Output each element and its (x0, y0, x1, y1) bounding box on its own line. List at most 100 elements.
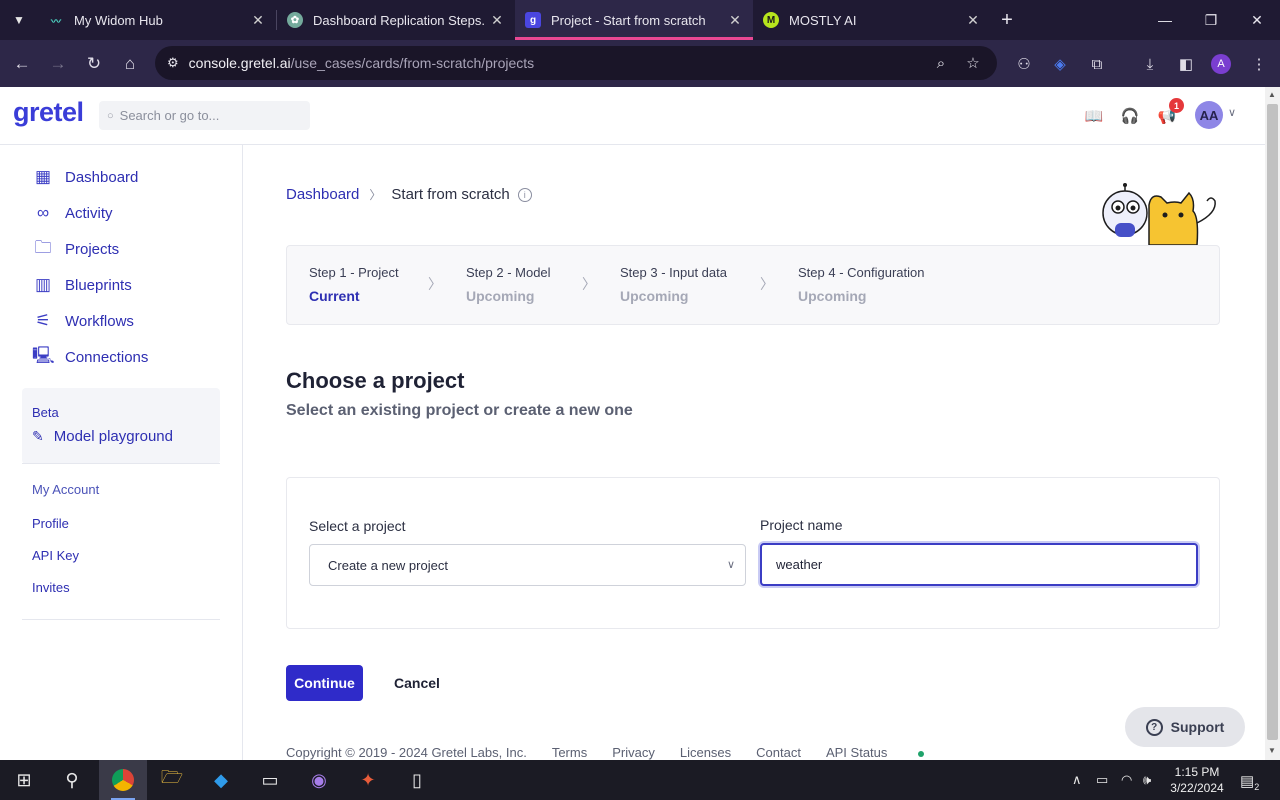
chevron-right-icon: 〉 (369, 188, 382, 202)
tab-title: Project - Start from scratch (551, 12, 706, 28)
beta-label: Beta (32, 405, 59, 420)
forward-button[interactable]: → (40, 46, 76, 82)
api-status-link[interactable]: API Status (826, 745, 925, 760)
close-window-button[interactable]: ✕ (1234, 0, 1280, 40)
profile-link[interactable]: Profile (32, 516, 69, 531)
windows-start-icon[interactable]: ⊞ (0, 760, 48, 800)
profile-icon[interactable]: A (1207, 52, 1235, 76)
scroll-up-arrow[interactable]: ▲ (1268, 90, 1276, 99)
page-title: Choose a project (286, 368, 465, 393)
side-panel-icon[interactable]: ◧ (1172, 52, 1200, 76)
close-tab-icon[interactable]: ✕ (965, 12, 981, 29)
select-project-label: Select a project (309, 518, 406, 534)
taskbar-clock[interactable]: 1:15 PM 3/22/2024 (1165, 764, 1229, 796)
step-title: Step 4 - Configuration (798, 265, 925, 280)
new-tab-button[interactable]: + (991, 9, 1023, 32)
address-bar[interactable]: ⚙ console.gretel.ai/use_cases/cards/from… (155, 46, 997, 80)
windows-taskbar: ⊞ ⚲ 🗁 ◆ ▭ ◉ ✦ ▯ ∧ ▭ ◠ 🕪 1:15 PM 3/22/202… (0, 760, 1280, 800)
tray-chevron-icon[interactable]: ∧ (1072, 772, 1082, 788)
file-explorer-icon[interactable]: 🗁 (148, 760, 196, 800)
download-icon[interactable]: ⤓ (1136, 52, 1164, 76)
sidebar-item-projects[interactable]: 🗀 Projects (32, 235, 120, 263)
back-button[interactable]: ← (4, 46, 40, 82)
support-button[interactable]: ? Support (1125, 707, 1245, 747)
search-input[interactable]: ○ Search or go to... (99, 101, 310, 130)
project-select[interactable]: Create a new project ∨ (309, 544, 746, 586)
tab-my-widom-hub[interactable]: 〰 My Widom Hub ✕ (38, 0, 276, 40)
continue-button[interactable]: Continue (286, 665, 363, 701)
status-dot (918, 750, 925, 757)
cancel-button[interactable]: Cancel (386, 665, 448, 701)
breadcrumb: Dashboard 〉 Start from scratch i (286, 186, 532, 203)
extension-shield-icon[interactable]: ◈ (1046, 52, 1074, 76)
wifi-icon[interactable]: ◠ (1121, 772, 1132, 788)
headset-icon[interactable]: 🎧 (1120, 106, 1140, 126)
contact-link[interactable]: Contact (756, 745, 801, 760)
step-4: Step 4 - Configuration Upcoming (798, 265, 924, 304)
sidebar-item-model-playground[interactable]: ✎ Model playground (32, 428, 173, 445)
chevron-down-icon: ∨ (726, 559, 735, 571)
sidebar-item-workflows[interactable]: ⚟ Workflows (32, 307, 134, 335)
docs-book-icon[interactable]: 📖 (1084, 106, 1104, 126)
invites-link[interactable]: Invites (32, 580, 70, 595)
sidebar-item-activity[interactable]: ∞ Activity (32, 199, 113, 227)
gretel-logo[interactable]: gretel (13, 97, 84, 128)
terminal-icon[interactable]: ▭ (246, 760, 294, 800)
tab-project-start-from-scratch[interactable]: g Project - Start from scratch ✕ (515, 0, 753, 40)
chrome-icon[interactable] (99, 760, 147, 800)
chevron-down-icon[interactable]: ∨ (1228, 106, 1236, 119)
divider (22, 463, 220, 464)
api-key-link[interactable]: API Key (32, 548, 79, 563)
reload-button[interactable]: ↻ (76, 46, 112, 82)
breadcrumb-dashboard-link[interactable]: Dashboard (286, 186, 359, 203)
github-desktop-icon[interactable]: ◉ (295, 760, 343, 800)
battery-icon[interactable]: ▭ (1096, 772, 1108, 788)
url-host: console.gretel.ai (188, 55, 291, 71)
sidebar: ▦ Dashboard ∞ Activity 🗀 Projects ▥ Blue… (0, 145, 243, 760)
tab-search-button[interactable]: ▼ (0, 0, 38, 40)
chevron-right-icon: 〉 (582, 276, 596, 292)
sidebar-item-blueprints[interactable]: ▥ Blueprints (32, 271, 132, 299)
close-tab-icon[interactable]: ✕ (250, 12, 266, 29)
scrollbar-thumb[interactable] (1267, 104, 1278, 740)
stepper: Step 1 - Project Current 〉 Step 2 - Mode… (286, 245, 1220, 325)
page-scrollbar[interactable]: ▲ ▼ (1265, 87, 1280, 760)
project-form-card: Select a project Create a new project ∨ … (286, 477, 1220, 629)
footer: Copyright © 2019 - 2024 Gretel Labs, Inc… (286, 745, 949, 760)
browser-menu-icon[interactable]: ⋮ (1245, 52, 1273, 76)
zoom-icon[interactable]: ⌕ (925, 46, 957, 80)
project-name-input[interactable] (760, 543, 1198, 586)
blueprint-icon: ▥ (34, 275, 52, 294)
sidebar-item-connections[interactable]: 🖳 Connections (32, 343, 148, 371)
tab-dashboard-replication[interactable]: ✿ Dashboard Replication Steps. ✕ (277, 0, 515, 40)
close-tab-icon[interactable]: ✕ (727, 12, 743, 29)
minimize-button[interactable]: — (1142, 0, 1188, 40)
restore-button[interactable]: ❐ (1188, 0, 1234, 40)
notification-center-icon[interactable]: ▤2 (1240, 772, 1259, 792)
privacy-link[interactable]: Privacy (612, 745, 655, 760)
sidebar-item-dashboard[interactable]: ▦ Dashboard (32, 163, 138, 191)
project-name-label: Project name (760, 517, 843, 533)
home-button[interactable]: ⌂ (112, 46, 148, 82)
info-icon[interactable]: i (517, 187, 532, 202)
vscode-icon[interactable]: ◆ (197, 760, 245, 800)
app-icon[interactable]: ✦ (344, 760, 392, 800)
terms-link[interactable]: Terms (552, 745, 587, 760)
avatar[interactable]: AA (1195, 101, 1223, 129)
notepad-icon[interactable]: ▯ (393, 760, 441, 800)
close-tab-icon[interactable]: ✕ (489, 12, 505, 29)
folder-icon: 🗀 (34, 237, 52, 257)
extension-glasses-icon[interactable]: ⚇ (1010, 52, 1038, 76)
extensions-puzzle-icon[interactable]: ⧉ (1083, 52, 1111, 76)
licenses-link[interactable]: Licenses (680, 745, 731, 760)
sidebar-item-label: Projects (65, 240, 120, 258)
volume-icon[interactable]: 🕪 (1143, 772, 1151, 788)
tab-mostly-ai[interactable]: M MOSTLY AI ✕ (753, 0, 991, 40)
beta-section: Beta ✎ Model playground (22, 388, 220, 464)
breadcrumb-current: Start from scratch (391, 186, 510, 203)
bookmark-star-icon[interactable]: ☆ (957, 46, 989, 80)
scroll-down-arrow[interactable]: ▼ (1268, 746, 1276, 755)
chevron-right-icon: 〉 (760, 276, 774, 292)
site-info-icon[interactable]: ⚙ (167, 55, 179, 71)
search-icon[interactable]: ⚲ (48, 760, 96, 800)
